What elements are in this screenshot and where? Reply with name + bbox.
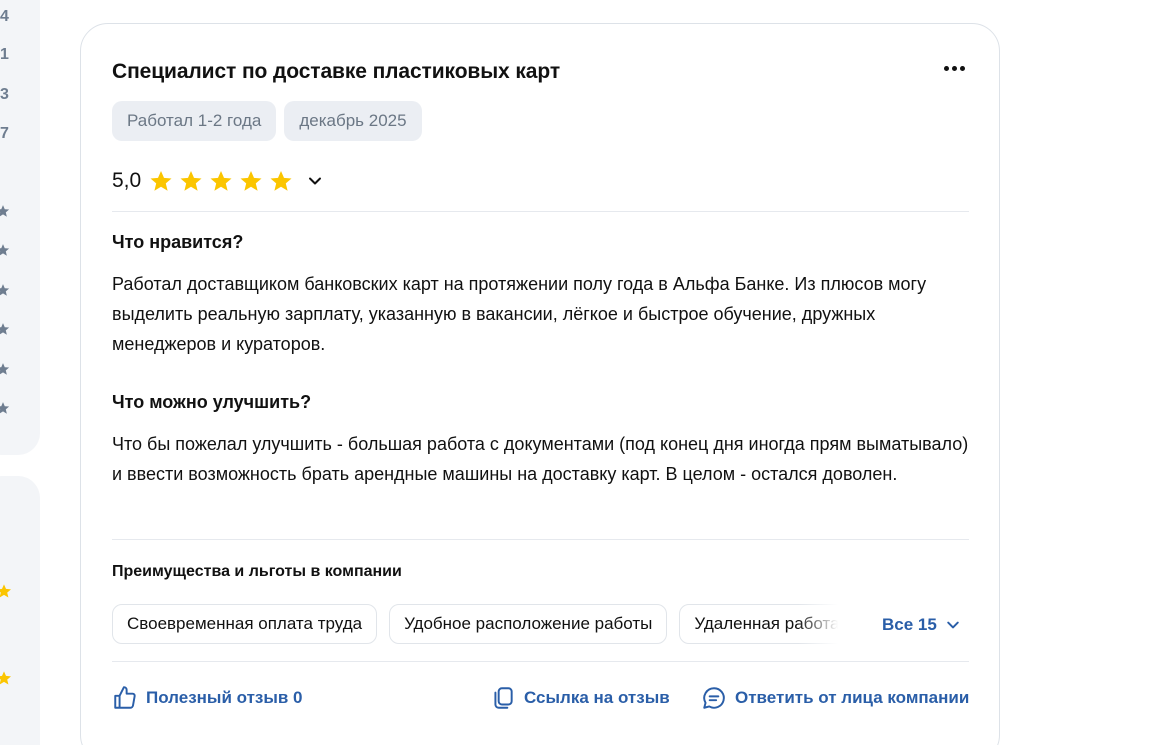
sidebar-card bbox=[0, 476, 40, 745]
star-icon bbox=[150, 171, 172, 191]
all-benefits-label: Все 15 bbox=[882, 615, 937, 634]
helpful-button[interactable]: Полезный отзыв 0 bbox=[112, 685, 303, 711]
thumbs-up-icon bbox=[114, 686, 136, 709]
sidebar-count: 7 bbox=[0, 125, 9, 142]
dot-icon bbox=[959, 65, 965, 71]
reply-label: Ответить от лица компании bbox=[735, 688, 970, 707]
grey-star-icon bbox=[0, 323, 10, 335]
likes-text: Работал доставщиком банковских карт на п… bbox=[112, 274, 927, 354]
chevron-down-icon bbox=[947, 621, 959, 629]
helpful-label: Полезный отзыв 0 bbox=[146, 688, 303, 707]
chat-bubble-icon bbox=[703, 687, 725, 709]
rating-value: 5,0 bbox=[112, 169, 142, 192]
star-icon bbox=[0, 671, 11, 685]
benefits-chips: Своевременная оплата труда Удобное распо… bbox=[112, 604, 838, 644]
review-title: Специалист по доставке пластиковых карт bbox=[112, 60, 561, 83]
star-icon bbox=[0, 584, 11, 598]
grey-star-icon bbox=[0, 363, 10, 375]
benefit-chip[interactable]: Своевременная оплата труда bbox=[112, 604, 378, 644]
more-options-button[interactable] bbox=[939, 58, 969, 78]
improve-text: Что бы пожелал улучшить - большая работа… bbox=[112, 434, 969, 484]
star-icon bbox=[240, 171, 262, 191]
grey-star-icon bbox=[0, 284, 10, 296]
chevron-down-icon[interactable] bbox=[305, 171, 325, 191]
copy-icon bbox=[494, 687, 513, 709]
grey-star-icon bbox=[0, 244, 10, 256]
star-icon bbox=[180, 171, 202, 191]
divider bbox=[112, 539, 969, 540]
benefits-title: Преимущества и льготы в компании bbox=[112, 563, 402, 580]
star-icon bbox=[210, 171, 232, 191]
divider bbox=[112, 211, 969, 212]
improve-heading: Что можно улучшить? bbox=[112, 392, 312, 412]
chips-fade bbox=[798, 604, 838, 644]
grey-star-icon bbox=[0, 205, 10, 217]
likes-heading: Что нравится? bbox=[112, 232, 244, 252]
dot-icon bbox=[951, 65, 957, 71]
review-tags: Работал 1-2 года декабрь 2025 bbox=[112, 101, 422, 141]
sidebar-count: 3 bbox=[0, 86, 9, 103]
sidebar-count: 1 bbox=[0, 46, 9, 63]
divider bbox=[112, 661, 969, 662]
sidebar-count: 4 bbox=[0, 8, 9, 25]
dot-icon bbox=[943, 65, 949, 71]
copy-link-label: Ссылка на отзыв bbox=[524, 688, 670, 707]
grey-star-icon bbox=[0, 402, 10, 414]
reply-button[interactable]: Ответить от лица компании bbox=[701, 685, 969, 711]
tag-experience: Работал 1-2 года bbox=[112, 101, 277, 141]
star-icon bbox=[270, 171, 292, 191]
sidebar-rating-card: 4 1 3 7 bbox=[0, 0, 40, 455]
rating-stars bbox=[149, 169, 293, 193]
all-benefits-button[interactable]: Все 15 bbox=[882, 615, 961, 635]
tag-date: декабрь 2025 bbox=[284, 101, 422, 141]
rating-row: 5,0 bbox=[112, 169, 325, 193]
review-card: Специалист по доставке пластиковых карт … bbox=[80, 23, 1000, 745]
copy-link-button[interactable]: Ссылка на отзыв bbox=[490, 685, 670, 711]
benefit-chip[interactable]: Удобное расположение работы bbox=[389, 604, 668, 644]
